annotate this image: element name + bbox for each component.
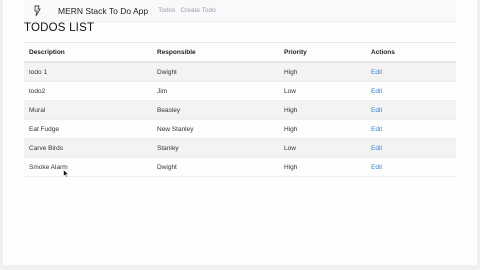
todo-actions-cell: Edit bbox=[366, 62, 456, 82]
todo-priority: High bbox=[279, 157, 366, 177]
edit-link[interactable]: Edit bbox=[371, 69, 382, 76]
table-row: Eat Fudge New Stanley High Edit bbox=[24, 119, 456, 139]
edit-link[interactable]: Edit bbox=[371, 164, 382, 171]
todo-priority: High bbox=[279, 62, 366, 82]
todo-responsible: Dwight bbox=[152, 157, 279, 177]
todo-priority: High bbox=[279, 100, 366, 120]
window-frame-left bbox=[0, 0, 3, 270]
todo-actions-cell: Edit bbox=[366, 81, 456, 101]
edit-link[interactable]: Edit bbox=[371, 126, 382, 133]
table-row: Smoke Alarm Dwight High Edit bbox=[24, 157, 456, 177]
todo-actions-cell: Edit bbox=[366, 157, 456, 177]
edit-link[interactable]: Edit bbox=[371, 88, 382, 95]
logo-icon[interactable] bbox=[30, 4, 44, 18]
todos-table: Description Responsible Priority Actions… bbox=[24, 42, 456, 177]
table-header-row: Description Responsible Priority Actions bbox=[24, 42, 456, 63]
column-header-actions: Actions bbox=[366, 42, 456, 63]
table-row: Carve Birds Stanley Low Edit bbox=[24, 138, 456, 158]
todo-actions-cell: Edit bbox=[366, 138, 456, 158]
page-title: TODOS LIST bbox=[24, 22, 95, 34]
todo-description: Smoke Alarm bbox=[24, 157, 152, 177]
nav-link-create-todo[interactable]: Create Todo bbox=[180, 7, 215, 14]
todo-responsible: Dwight bbox=[152, 62, 279, 82]
todo-actions-cell: Edit bbox=[366, 119, 456, 139]
table-row: Mural Beasley High Edit bbox=[24, 100, 456, 120]
todo-actions-cell: Edit bbox=[366, 100, 456, 120]
todo-priority: High bbox=[279, 119, 366, 139]
table-row: todo2 Jim Low Edit bbox=[24, 81, 456, 101]
table-row: todo 1 Dwight High Edit bbox=[24, 62, 456, 82]
todo-responsible: New Stanley bbox=[152, 119, 279, 139]
window-frame-bottom bbox=[0, 265, 480, 270]
app-page: MERN Stack To Do App Todos Create Todo T… bbox=[0, 0, 480, 270]
todo-priority: Low bbox=[279, 81, 366, 101]
todo-description: Eat Fudge bbox=[24, 119, 152, 139]
todo-responsible: Stanley bbox=[152, 138, 279, 158]
column-header-description: Description bbox=[24, 42, 152, 63]
todo-description: Mural bbox=[24, 100, 152, 120]
todo-responsible: Jim bbox=[152, 81, 279, 101]
edit-link[interactable]: Edit bbox=[371, 107, 382, 114]
todo-description: todo 1 bbox=[24, 62, 152, 82]
column-header-responsible: Responsible bbox=[152, 42, 279, 63]
todo-responsible: Beasley bbox=[152, 100, 279, 120]
todo-description: Carve Birds bbox=[24, 138, 152, 158]
edit-link[interactable]: Edit bbox=[371, 145, 382, 152]
mouse-cursor-icon bbox=[63, 169, 69, 178]
todo-priority: Low bbox=[279, 138, 366, 158]
navbar-brand[interactable]: MERN Stack To Do App bbox=[58, 6, 148, 16]
navbar: MERN Stack To Do App Todos Create Todo bbox=[24, 0, 456, 22]
column-header-priority: Priority bbox=[279, 42, 366, 63]
todo-description: todo2 bbox=[24, 81, 152, 101]
nav-link-todos[interactable]: Todos bbox=[158, 7, 175, 14]
